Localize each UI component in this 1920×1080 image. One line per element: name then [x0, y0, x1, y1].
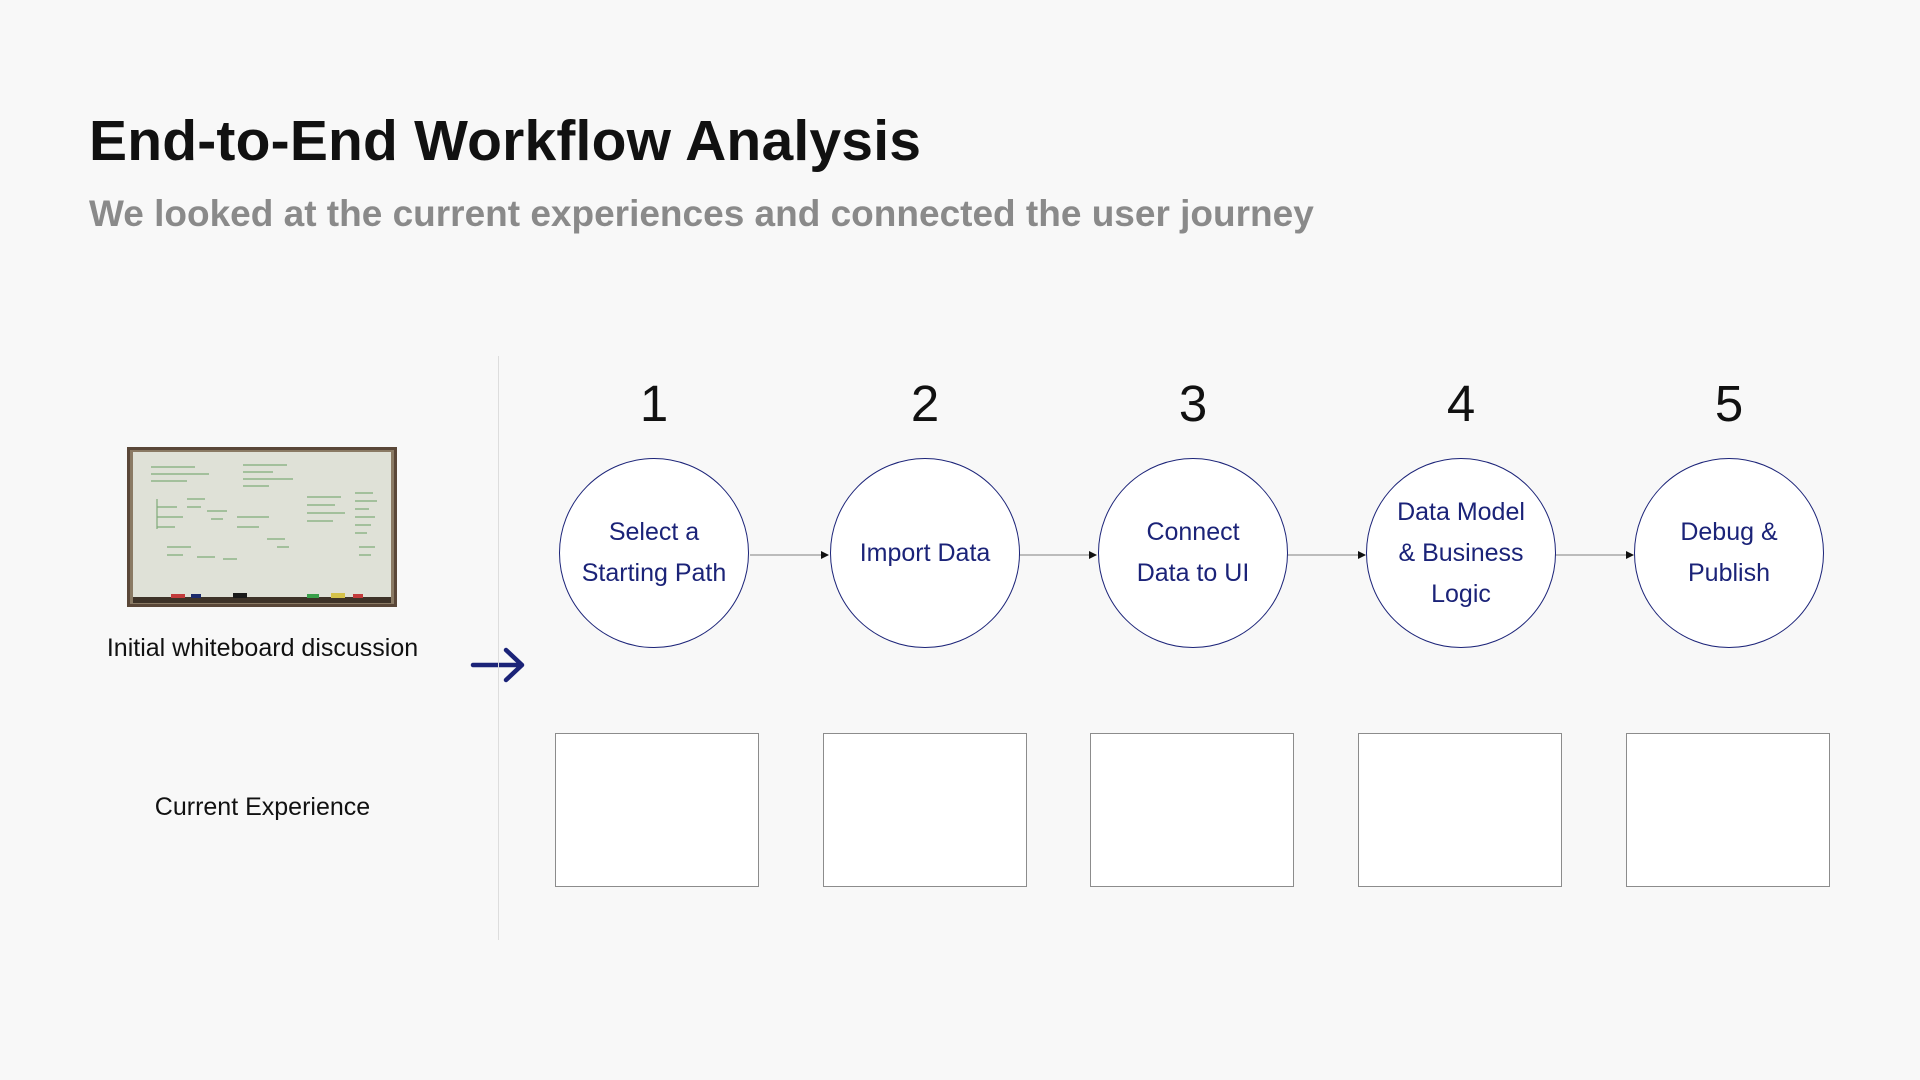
- step-label: Import Data: [859, 538, 991, 567]
- step-circle: Import Data: [830, 458, 1020, 648]
- step-label: Debug & Publish: [1680, 518, 1778, 587]
- step-number: 4: [1446, 375, 1476, 432]
- step-circle: Data Model & Business Logic: [1366, 458, 1556, 648]
- current-experience-box-2: [823, 733, 1027, 887]
- step-number: 1: [639, 375, 669, 432]
- step-label: Select a Starting Path: [581, 518, 727, 587]
- current-experience-box-1: [555, 733, 759, 887]
- step-circle: Connect Data to UI: [1098, 458, 1288, 648]
- workflow-step-2: 2 Import Data: [830, 370, 1020, 648]
- workflow-step-3: 3 Connect Data to UI: [1098, 370, 1288, 648]
- current-experience-box-5: [1626, 733, 1830, 887]
- step-circle: Debug & Publish: [1634, 458, 1824, 648]
- step-number: 2: [910, 375, 940, 432]
- workflow-step-5: 5 Debug & Publish: [1634, 370, 1824, 648]
- step-number: 3: [1178, 375, 1208, 432]
- step-label: Data Model & Business Logic: [1397, 497, 1525, 608]
- step-circle: Select a Starting Path: [559, 458, 749, 648]
- step-number: 5: [1714, 375, 1744, 432]
- step-label: Connect Data to UI: [1136, 518, 1250, 587]
- current-experience-box-3: [1090, 733, 1294, 887]
- workflow-step-4: 4 Data Model & Business Logic: [1366, 370, 1556, 648]
- workflow-step-1: 1 Select a Starting Path: [559, 370, 749, 648]
- current-experience-box-4: [1358, 733, 1562, 887]
